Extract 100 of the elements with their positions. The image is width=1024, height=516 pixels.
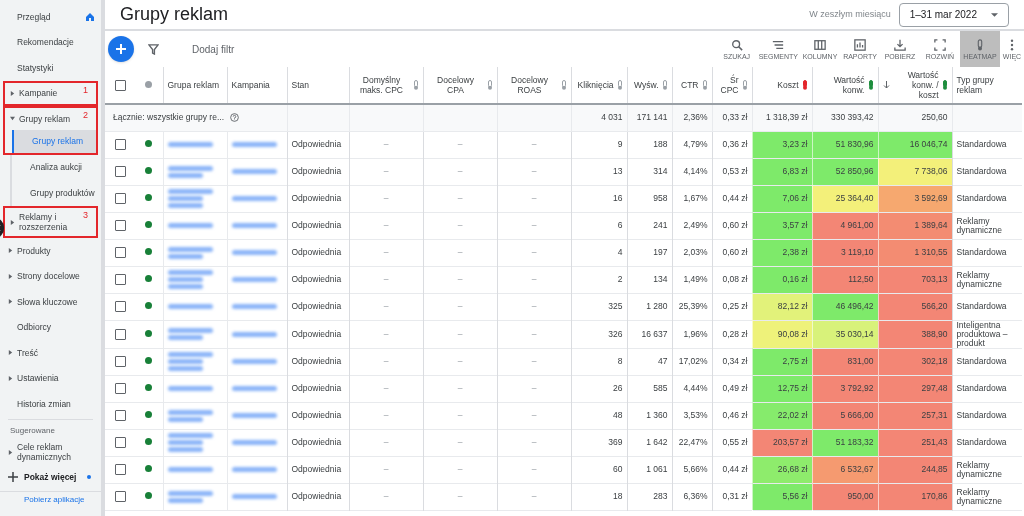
column-header[interactable]: Typ grupy reklam — [956, 75, 1018, 95]
column-header[interactable]: Wartość konw. / koszt — [882, 70, 948, 100]
nav-item[interactable]: Historia zmian — [0, 391, 101, 417]
column-header[interactable]: Docelowy ROAS — [501, 75, 567, 95]
download-app-link[interactable]: Pobierz aplikacje — [0, 492, 101, 506]
heatmap-cell: 5 666,00 — [812, 402, 878, 429]
table-cell: 47 — [627, 348, 672, 375]
nav-item[interactable]: Statystyki — [0, 55, 101, 81]
nav-item[interactable]: Przegląd — [0, 4, 101, 30]
table-cell: Odpowiednia — [287, 320, 349, 348]
table-cell: Odpowiednia — [287, 483, 349, 510]
column-header[interactable]: Stan — [291, 80, 345, 90]
heatmap-cell: 82,12 zł — [752, 293, 812, 320]
checkbox[interactable] — [114, 166, 126, 178]
checkbox[interactable] — [114, 301, 126, 313]
table-cell: – — [349, 456, 423, 483]
nav-item[interactable]: Produkty — [0, 238, 101, 264]
table-cell: 2 — [571, 266, 627, 293]
column-header[interactable]: Wyśw. — [631, 80, 668, 90]
heatmap-cell: 51 830,96 — [812, 131, 878, 158]
nav-item[interactable]: Odbiorcy — [0, 314, 101, 340]
checkbox[interactable] — [114, 139, 126, 151]
add-filter-field[interactable]: Dodaj filtr — [192, 41, 235, 57]
nav-item[interactable]: Ustawienia — [0, 365, 101, 391]
checkbox[interactable] — [114, 464, 126, 476]
nav-item[interactable]: Strony docelowe — [0, 263, 101, 289]
column-header[interactable]: Grupa reklam — [167, 80, 223, 90]
filter-icon[interactable] — [148, 43, 159, 55]
heatmap-cell: 1 310,55 — [878, 239, 952, 266]
column-header[interactable]: Docelowy CPA — [427, 75, 493, 95]
table-cell: 18 — [571, 483, 627, 510]
nav-item[interactable]: Grupy produktów — [10, 180, 101, 206]
callout-number: 3 — [83, 209, 88, 222]
table-cell: 13 — [571, 158, 627, 185]
nav-item[interactable]: Treść — [0, 340, 101, 366]
thermometer-icon — [701, 80, 708, 90]
column-header[interactable]: Koszt — [756, 80, 808, 90]
checkbox[interactable] — [114, 356, 126, 368]
column-header[interactable]: Wartość konw. — [816, 75, 874, 95]
nav-item[interactable]: Reklamy i rozszerzenia — [5, 208, 80, 236]
date-range-dropdown[interactable]: 1–31 mar 2022 — [898, 2, 1009, 27]
nav-item[interactable]: Kampanie — [5, 82, 80, 104]
table-cell: 1 280 — [627, 293, 672, 320]
table-cell: 188 — [627, 131, 672, 158]
column-header[interactable]: Kliknięcia — [575, 80, 623, 90]
table-cell: 26 — [571, 375, 627, 402]
help-icon[interactable] — [230, 113, 239, 123]
checkbox[interactable] — [114, 193, 126, 205]
page-title: Grupy reklam — [120, 3, 229, 26]
caret-right-icon — [8, 248, 13, 254]
caret-right-icon — [8, 350, 13, 356]
heatmap-cell: 302,18 — [878, 348, 952, 375]
checkbox[interactable] — [114, 247, 126, 259]
nav-item[interactable]: Rekomendacje — [0, 29, 101, 55]
table-cell: 283 — [627, 483, 672, 510]
table-cell: 330 393,42 — [812, 104, 878, 131]
caret-right-icon — [8, 299, 13, 305]
table-cell: 241 — [627, 212, 672, 239]
heatmap-cell: 46 496,42 — [812, 293, 878, 320]
nav-item[interactable]: Słowa kluczowe — [0, 289, 101, 315]
table-cell: 958 — [627, 185, 672, 212]
heatmap-cell: 244,85 — [878, 456, 952, 483]
table-cell: Odpowiednia — [287, 266, 349, 293]
column-header[interactable]: Kampania — [231, 80, 283, 90]
table-cell: Odpowiednia — [287, 348, 349, 375]
search-icon — [730, 38, 743, 51]
table-cell: – — [423, 266, 497, 293]
caret-down-icon — [991, 12, 998, 17]
table-cell: Inteligentna produktowa – produkt — [952, 320, 1022, 348]
table-cell: Odpowiednia — [287, 402, 349, 429]
thermometer-icon — [867, 80, 874, 90]
caret-down-icon — [10, 116, 15, 122]
table-cell: – — [349, 483, 423, 510]
checkbox[interactable] — [114, 491, 126, 503]
column-header[interactable]: CTR — [676, 80, 708, 90]
nav-item[interactable]: Analiza aukcji — [10, 155, 101, 181]
table-cell: – — [349, 266, 423, 293]
table-cell: – — [423, 131, 497, 158]
table-cell: Odpowiednia — [287, 429, 349, 456]
show-more-button[interactable]: Pokaż więcej — [0, 465, 101, 489]
checkbox[interactable] — [114, 79, 126, 91]
table-cell: – — [497, 483, 571, 510]
table-cell: 4 031 — [571, 104, 627, 131]
nav-item[interactable]: Cele reklam dynamicznych — [0, 439, 101, 465]
checkbox[interactable] — [114, 383, 126, 395]
checkbox[interactable] — [114, 437, 126, 449]
table-cell: – — [497, 293, 571, 320]
column-header[interactable]: Śr CPC — [716, 75, 748, 95]
table-cell: 4,79% — [672, 131, 712, 158]
add-button[interactable] — [108, 36, 134, 62]
nav-item[interactable]: Grupy reklam — [5, 108, 80, 130]
checkbox[interactable] — [114, 328, 126, 340]
checkbox[interactable] — [114, 274, 126, 286]
checkbox[interactable] — [114, 220, 126, 232]
column-header[interactable]: Domyślny maks. CPC — [353, 75, 419, 95]
checkbox[interactable] — [114, 410, 126, 422]
table-cell: Reklamy dynamiczne — [952, 483, 1022, 510]
table-cell: 1,96% — [672, 320, 712, 348]
heatmap-cell: 7 738,06 — [878, 158, 952, 185]
table-cell: Odpowiednia — [287, 212, 349, 239]
